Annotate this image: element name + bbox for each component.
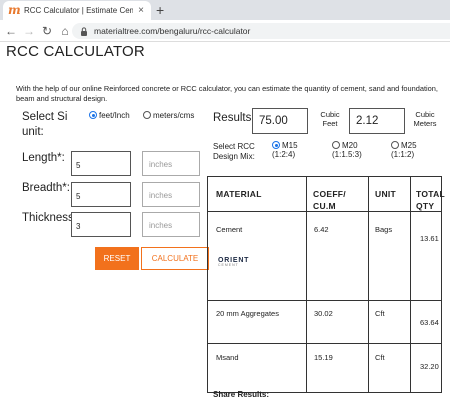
home-icon[interactable]: ⌂: [58, 24, 72, 38]
address-bar[interactable]: materialtree.com/bengaluru/rcc-calculato…: [72, 23, 450, 39]
unit-option-feet-label: feet/Inch: [99, 111, 130, 120]
table-divider: [410, 177, 411, 392]
tab-title: RCC Calculator | Estimate Cement: [24, 6, 133, 15]
grade-m20-ratio: (1:1.5:3): [332, 150, 362, 159]
radio-feet-icon[interactable]: [89, 111, 97, 119]
cubic-feet-result: 75.00: [252, 108, 308, 134]
reload-icon[interactable]: ↻: [40, 24, 54, 38]
cell-coeff: 30.02: [314, 309, 333, 318]
forward-arrow-icon[interactable]: →: [22, 24, 36, 38]
materials-table: MATERIAL COEFF/ CU.M UNIT TOTAL QTY Ceme…: [207, 176, 445, 393]
cell-material: Cement: [216, 225, 243, 234]
browser-tab-bar: m RCC Calculator | Estimate Cement × +: [0, 0, 450, 20]
cell-material: Msand: [216, 353, 239, 362]
browser-tab[interactable]: m RCC Calculator | Estimate Cement ×: [3, 1, 151, 20]
cell-coeff: 15.19: [314, 353, 333, 362]
cubic-meters-unit: Cubic Meters: [413, 110, 437, 128]
lock-icon: [81, 26, 87, 36]
table-divider: [208, 300, 441, 301]
close-tab-icon[interactable]: ×: [136, 5, 146, 16]
cubic-feet-unit: Cubic Feet: [320, 110, 340, 128]
radio-m20-icon[interactable]: [332, 141, 340, 149]
grade-m25-name: M25: [401, 141, 417, 150]
back-arrow-icon[interactable]: ←: [4, 24, 18, 38]
grade-m15-name: M15: [282, 141, 298, 150]
table-header-total: TOTAL QTY: [416, 189, 445, 211]
cell-unit: Cft: [375, 309, 385, 318]
unit-option-meters-label: meters/cms: [153, 111, 195, 120]
grade-m25-ratio: (1:1:2): [391, 150, 415, 159]
share-results-label: Share Results:: [213, 390, 270, 399]
unit-option-feet[interactable]: feet/Inch: [89, 111, 130, 120]
table-divider: [368, 177, 369, 392]
thickness-label: Thickness: [22, 212, 74, 224]
cubic-meters-result: 2.12: [349, 108, 405, 134]
cell-total: 32.20: [420, 362, 439, 371]
url-text: materialtree.com/bengaluru/rcc-calculato…: [94, 26, 251, 36]
breadth-label: Breadth*:: [22, 182, 70, 194]
unit-option-meters[interactable]: meters/cms: [143, 111, 194, 120]
browser-toolbar: ← → ↻ ⌂ materialtree.com/bengaluru/rcc-c…: [0, 20, 450, 42]
table-divider: [306, 177, 307, 392]
cell-unit: Bags: [375, 225, 393, 234]
table-header-unit: UNIT: [375, 189, 397, 199]
grade-m20-name: M20: [342, 141, 358, 150]
page-title: RCC CALCULATOR: [6, 43, 145, 60]
radio-m25-icon[interactable]: [391, 141, 399, 149]
table-divider: [208, 343, 441, 344]
breadth-input[interactable]: 5: [71, 182, 131, 207]
table-header-coeff: COEFF/ CU.M: [313, 189, 346, 211]
grade-option-m25[interactable]: M25 (1:1:2): [391, 141, 417, 159]
cell-unit: Cft: [375, 353, 385, 362]
results-label: Results: [213, 112, 252, 124]
cell-total: 63.64: [420, 318, 439, 327]
reset-button[interactable]: RESET: [95, 247, 139, 270]
design-mix-label: Select RCC Design Mix:: [213, 142, 255, 161]
calculate-button[interactable]: CALCULATE: [141, 247, 209, 270]
length-label: Length*:: [22, 152, 65, 164]
table-header-material: MATERIAL: [216, 189, 262, 199]
breadth-inches-input[interactable]: inches: [142, 182, 200, 207]
cell-coeff: 6.42: [314, 225, 329, 234]
intro-text: With the help of our online Reinforced c…: [16, 84, 438, 103]
grade-option-m20[interactable]: M20 (1:1.5:3): [332, 141, 362, 159]
cell-material: 20 mm Aggregates: [216, 309, 279, 318]
new-tab-button[interactable]: +: [156, 2, 164, 18]
thickness-input[interactable]: 3: [71, 212, 131, 237]
grade-m15-ratio: (1:2:4): [272, 150, 296, 159]
length-input[interactable]: 5: [71, 151, 131, 176]
radio-meters-icon[interactable]: [143, 111, 151, 119]
site-favicon-icon: m: [8, 3, 21, 17]
thickness-inches-input[interactable]: inches: [142, 212, 200, 237]
orient-cement-logo: ORIENT CEMENT: [218, 257, 249, 267]
si-unit-label: Select Si unit:: [22, 111, 68, 138]
length-inches-input[interactable]: inches: [142, 151, 200, 176]
grade-option-m15[interactable]: M15 (1:2:4): [272, 141, 298, 159]
cell-total: 13.61: [420, 234, 439, 243]
radio-m15-icon[interactable]: [272, 141, 280, 149]
